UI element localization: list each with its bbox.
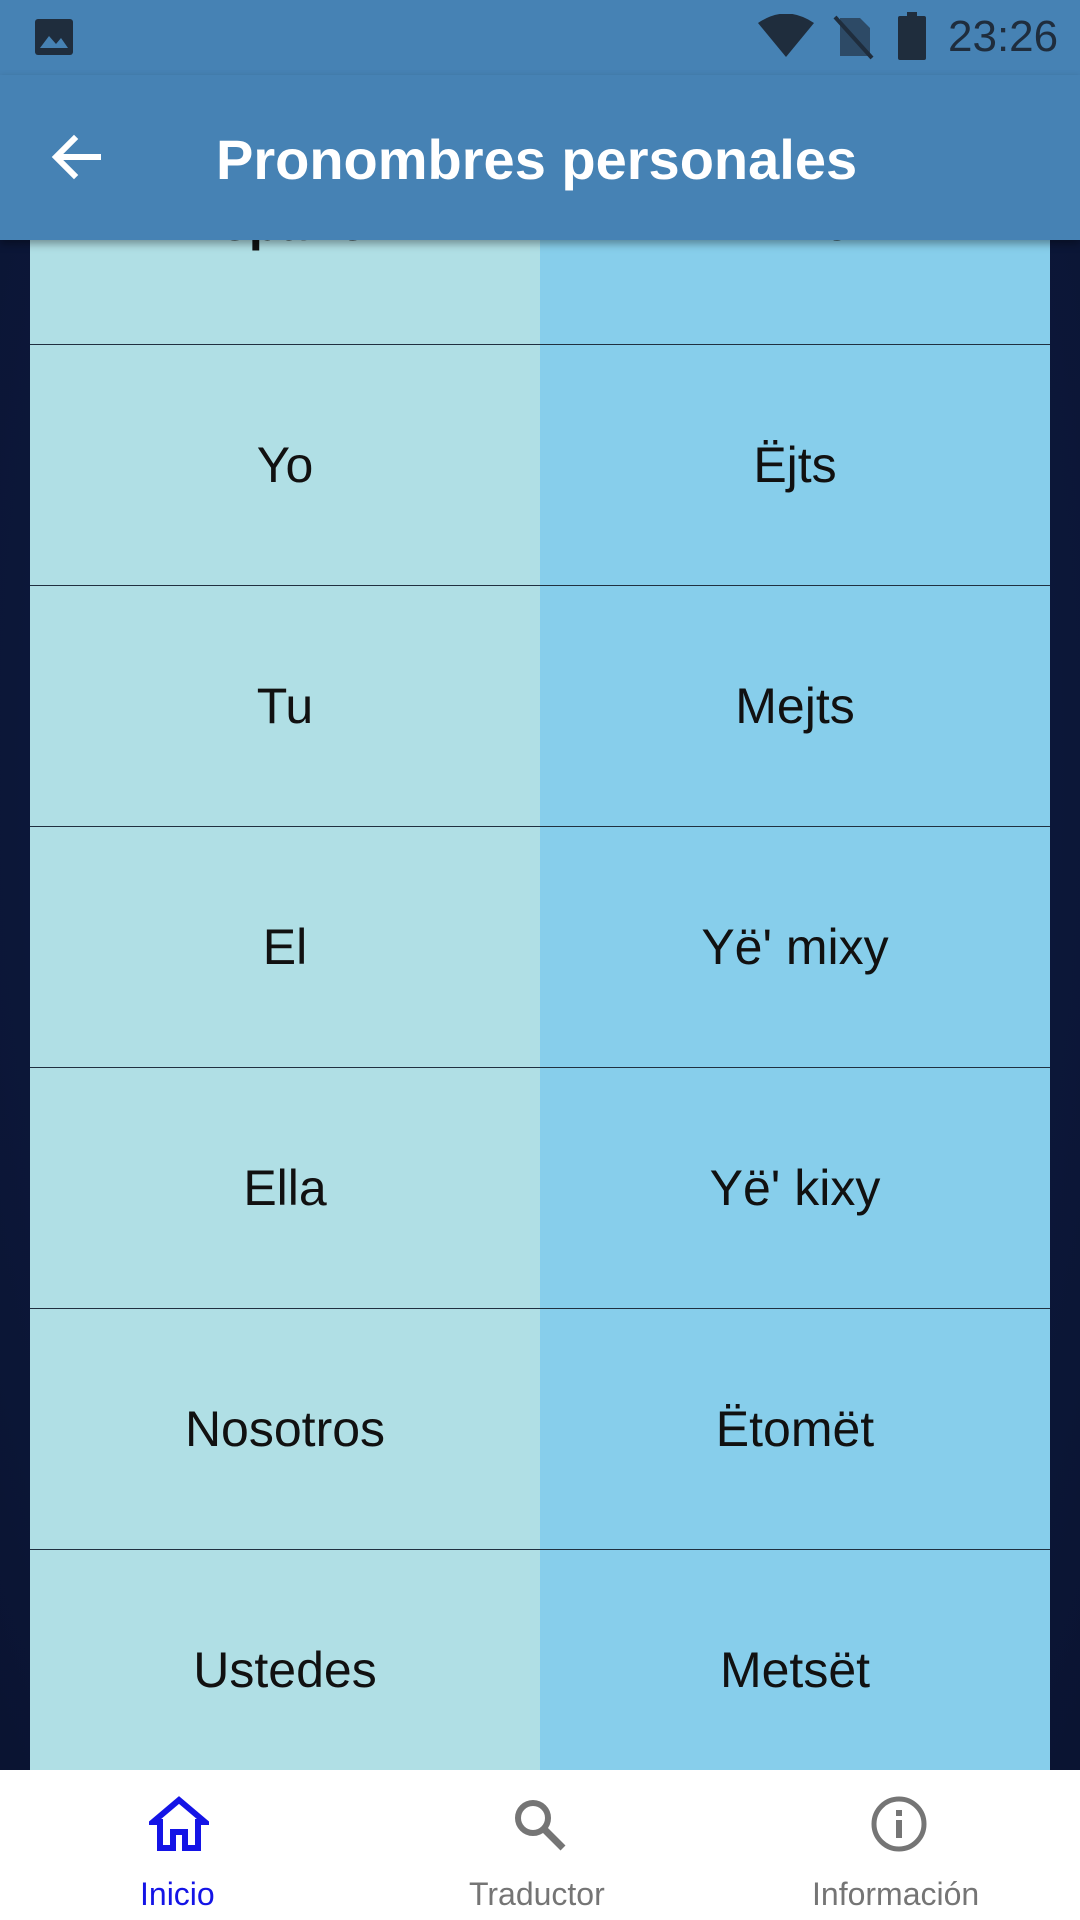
table-row: El Yë' mixy — [30, 827, 1050, 1068]
search-icon — [515, 1800, 566, 1851]
no-sim-icon — [833, 15, 874, 60]
home-icon — [149, 1796, 209, 1851]
cell-mixe: Metsët — [540, 1550, 1050, 1770]
app-bar: Pronombres personales — [0, 75, 1080, 240]
cell-espanol: Yo — [30, 345, 540, 585]
nav-label-traductor: Traductor — [469, 1876, 605, 1912]
cell-mixe: Mejts — [540, 586, 1050, 826]
clock: 23:26 — [948, 12, 1059, 61]
status-bar: 23:26 — [0, 0, 1080, 75]
table-row: Nosotros Ëtomët — [30, 1309, 1050, 1550]
wifi-icon — [758, 14, 814, 57]
cell-espanol: El — [30, 827, 540, 1067]
cell-mixe: Yë' mixy — [540, 827, 1050, 1067]
table-row: Ustedes Metsët — [30, 1550, 1050, 1770]
cell-espanol: Tu — [30, 586, 540, 826]
nav-label-informacion: Información — [812, 1876, 980, 1912]
table-scroll-content: Español Mixe Yo Ëjts Tu Mejts El Yë' mix… — [30, 240, 1050, 1770]
header-espanol: Español — [30, 240, 540, 344]
arrow-back-icon[interactable] — [46, 127, 106, 187]
table-header-row: Español Mixe — [30, 240, 1050, 345]
bottom-navigation: Inicio Traductor Información — [0, 1770, 1080, 1920]
cell-mixe: Ëjts — [540, 345, 1050, 585]
pronoun-table[interactable]: Español Mixe Yo Ëjts Tu Mejts El Yë' mix… — [30, 240, 1050, 1770]
table-row: Ella Yë' kixy — [30, 1068, 1050, 1309]
info-icon — [871, 1796, 927, 1852]
table-row: Yo Ëjts — [30, 345, 1050, 586]
nav-item-inicio[interactable]: Inicio — [0, 1770, 360, 1920]
cell-mixe: Ëtomët — [540, 1309, 1050, 1549]
cell-espanol: Ustedes — [30, 1550, 540, 1770]
cell-espanol: Nosotros — [30, 1309, 540, 1549]
nav-item-informacion[interactable]: Información — [720, 1770, 1080, 1920]
cell-mixe: Yë' kixy — [540, 1068, 1050, 1308]
page-title: Pronombres personales — [216, 128, 858, 191]
gallery-icon — [35, 19, 73, 55]
table-row: Tu Mejts — [30, 586, 1050, 827]
nav-label-inicio: Inicio — [140, 1876, 215, 1912]
cell-espanol: Ella — [30, 1068, 540, 1308]
nav-item-traductor[interactable]: Traductor — [360, 1770, 720, 1920]
battery-icon — [898, 12, 926, 60]
header-mixe: Mixe — [540, 240, 1050, 344]
